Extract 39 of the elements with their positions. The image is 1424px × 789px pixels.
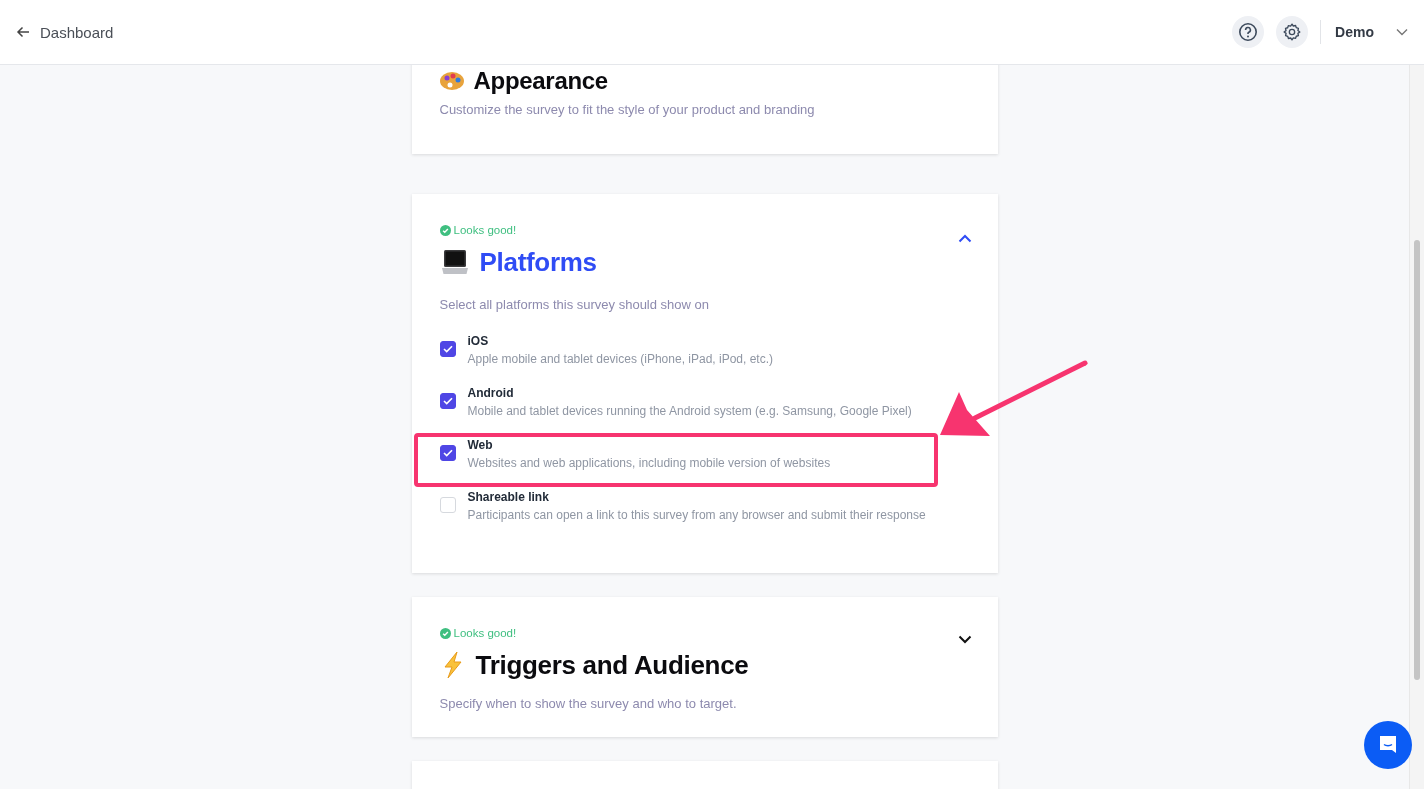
laptop-icon xyxy=(439,247,470,277)
user-menu[interactable]: Demo xyxy=(1333,22,1410,42)
chevron-down-icon xyxy=(957,635,972,644)
palette-icon xyxy=(439,72,464,90)
option-description: Apple mobile and tablet devices (iPhone, iPad, iPod, etc.) xyxy=(467,351,773,368)
option-description: Websites and web applications, including mobile version of websites xyxy=(467,455,831,472)
status-text: Looks good! xyxy=(453,224,517,236)
option-label: Web xyxy=(467,437,494,454)
arrow-left-icon xyxy=(16,26,30,38)
settings-button[interactable] xyxy=(1276,16,1309,48)
section-description: Specify when to show the survey and who to target. xyxy=(439,695,738,713)
chat-launcher-button[interactable] xyxy=(1364,721,1412,769)
option-description: Mobile and tablet devices running the Android system (e.g. Samsung, Google Pixel) xyxy=(467,403,912,420)
option-label: iOS xyxy=(467,333,490,350)
checkmark-icon xyxy=(442,345,453,353)
scrollbar-thumb[interactable] xyxy=(1414,240,1420,680)
checkbox[interactable] xyxy=(439,445,456,461)
section-title: Triggers and Audience xyxy=(475,649,749,681)
help-button[interactable] xyxy=(1232,16,1265,48)
section-description: Customize the survey to fit the style of your product and branding xyxy=(439,101,816,119)
section-description: Select all platforms this survey should show on xyxy=(439,296,710,314)
section-title: Appearance xyxy=(473,67,608,95)
help-icon xyxy=(1238,22,1259,42)
checkmark-icon xyxy=(442,449,453,457)
checkbox[interactable] xyxy=(439,341,456,357)
chevron-up-icon xyxy=(957,234,972,243)
check-circle-icon xyxy=(439,224,451,236)
section-title: Platforms xyxy=(479,246,597,278)
option-label: Shareable link xyxy=(467,489,550,506)
status-text: Looks good! xyxy=(453,627,517,639)
checkbox[interactable] xyxy=(439,393,456,409)
chat-icon xyxy=(1377,734,1399,756)
option-label: Android xyxy=(467,385,515,402)
check-circle-icon xyxy=(439,627,451,639)
option-description: Participants can open a link to this survey from any browser and submit their response xyxy=(467,507,926,524)
back-link[interactable]: Dashboard xyxy=(14,21,116,43)
settings-icon xyxy=(1282,22,1303,42)
chevron-down-icon xyxy=(1396,28,1408,36)
checkmark-icon xyxy=(442,397,453,405)
